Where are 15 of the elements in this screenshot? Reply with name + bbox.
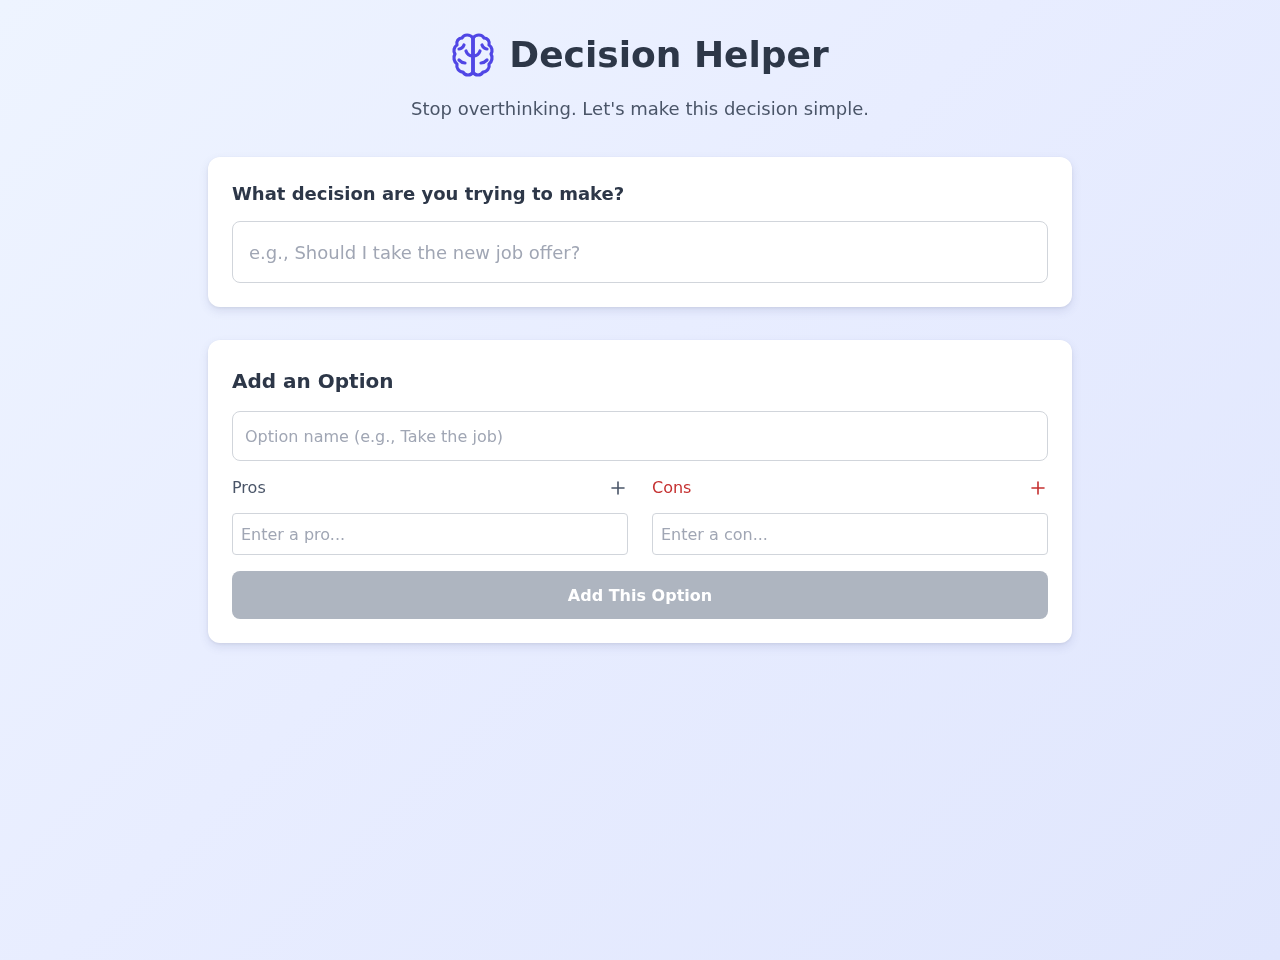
decision-label: What decision are you trying to make?	[232, 182, 626, 206]
brain-icon	[451, 32, 496, 78]
app-title: Decision Helper	[509, 33, 829, 77]
option-name-input[interactable]: Option name (e.g., Take the job)	[232, 411, 1048, 461]
add-item-button[interactable]	[608, 478, 628, 498]
list-item-input[interactable]: Enter a pro...	[232, 513, 628, 555]
list-item-input[interactable]: Enter a con...	[652, 513, 1048, 555]
decision-input[interactable]: e.g., Should I take the new job offer?	[232, 221, 1048, 283]
app-subtitle: Stop overthinking. Let's make this decision simple.	[411, 97, 869, 121]
plus-icon	[1031, 481, 1045, 495]
list-label: Cons	[652, 477, 692, 499]
option-heading: Add an Option	[232, 368, 395, 395]
plus-icon	[611, 481, 625, 495]
list-label: Pros	[232, 477, 266, 499]
add-item-button[interactable]	[1028, 478, 1048, 498]
